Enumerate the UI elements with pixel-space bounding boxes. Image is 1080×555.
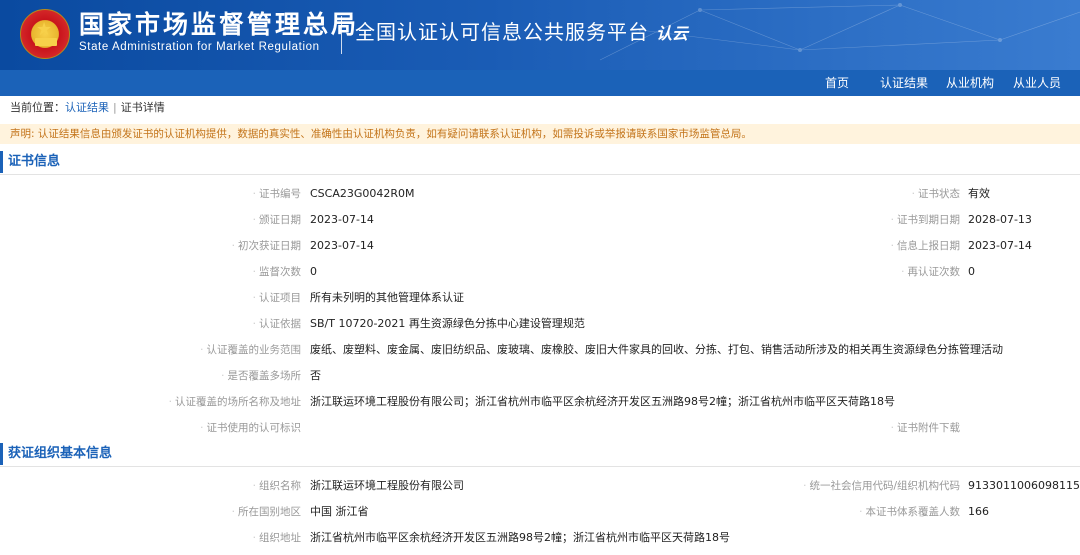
- info-row: 认证项目所有未列明的其他管理体系认证: [0, 285, 1080, 311]
- platform-logo: 认云: [656, 24, 689, 43]
- field-value: SB/T 10720-2021 再生资源绿色分拣中心建设管理规范: [310, 317, 585, 330]
- disclaimer-notice: 声明: 认证结果信息由颁发证书的认证机构提供，数据的真实性、准确性由认证机构负责…: [0, 124, 1080, 144]
- field-label: 证书状态: [0, 181, 960, 207]
- main-nav: 首页 认证结果 从业机构 从业人员: [0, 70, 1080, 96]
- field-label: 证书到期日期: [0, 207, 960, 233]
- info-row: 所在国别地区中国 浙江省本证书体系覆盖人数166: [0, 499, 1080, 525]
- info-row: 颁证日期2023-07-14证书到期日期2028-07-13: [0, 207, 1080, 233]
- header-divider: [341, 16, 342, 54]
- platform-title: 全国认证认可信息公共服务平台: [355, 20, 649, 44]
- info-row: 认证覆盖的业务范围废纸、废塑料、废金属、废旧纺织品、废玻璃、废橡胶、废旧大件家具…: [0, 337, 1080, 363]
- section-org-info: 获证组织基本信息: [0, 441, 1080, 467]
- info-row: 组织地址浙江省杭州市临平区余杭经济开发区五洲路98号2幢；浙江省杭州市临平区天荷…: [0, 525, 1080, 551]
- info-row: 是否覆盖多场所否: [0, 363, 1080, 389]
- field-value: 2023-07-14: [968, 239, 1032, 252]
- info-row: 监督次数0再认证次数0: [0, 259, 1080, 285]
- field-label: 统一社会信用代码/组织机构代码: [0, 473, 960, 499]
- field-value: 2028-07-13: [968, 213, 1032, 226]
- field-label: 信息上报日期: [0, 233, 960, 259]
- site-header: ★ 国家市场监督管理总局 State Administration for Ma…: [0, 0, 1080, 70]
- field-value: 浙江联运环境工程股份有限公司；浙江省杭州市临平区余杭经济开发区五洲路98号2幢；…: [310, 395, 895, 408]
- field-label: 认证项目: [0, 285, 301, 311]
- field-value: 0: [968, 265, 975, 278]
- field-label: 本证书体系覆盖人数: [0, 499, 961, 525]
- field-value: 浙江省杭州市临平区余杭经济开发区五洲路98号2幢；浙江省杭州市临平区天荷路18号: [310, 531, 730, 544]
- field-value: 166: [968, 505, 989, 518]
- field-value: 废纸、废塑料、废金属、废旧纺织品、废玻璃、废橡胶、废旧大件家具的回收、分拣、打包…: [310, 343, 1003, 356]
- header-decoration: [599, 3, 1080, 61]
- breadcrumb-current: 证书详情: [120, 101, 165, 114]
- info-row: 组织名称浙江联运环境工程股份有限公司统一社会信用代码/组织机构代码9133011…: [0, 473, 1080, 499]
- nav-item-home[interactable]: 首页: [825, 70, 849, 96]
- breadcrumb-results[interactable]: 认证结果: [65, 101, 109, 114]
- section-cert-info: 证书信息: [0, 149, 1080, 175]
- field-label: 组织地址: [0, 525, 301, 551]
- field-label: 认证覆盖的场所名称及地址: [0, 389, 301, 415]
- org-name-en: State Administration for Market Regulati…: [79, 41, 320, 53]
- field-value: 否: [310, 369, 321, 382]
- info-row: 初次获证日期2023-07-14信息上报日期2023-07-14: [0, 233, 1080, 259]
- field-value: 有效: [968, 187, 990, 200]
- nav-item-results[interactable]: 认证结果: [880, 70, 928, 96]
- nav-item-personnel[interactable]: 从业人员: [1013, 70, 1061, 96]
- field-value: 所有未列明的其他管理体系认证: [310, 291, 464, 304]
- field-label: 再认证次数: [0, 259, 961, 285]
- org-name-cn: 国家市场监督管理总局: [79, 10, 360, 39]
- field-label: 认证覆盖的业务范围: [0, 337, 302, 363]
- field-label: 是否覆盖多场所: [0, 363, 302, 389]
- field-label: 认证依据: [0, 311, 301, 337]
- national-emblem-icon: ★: [20, 9, 70, 59]
- section-title: 获证组织基本信息: [8, 446, 113, 461]
- field-value: 91330110060981154Q: [968, 479, 1080, 492]
- info-row: 证书使用的认可标识证书附件下载: [0, 415, 1080, 441]
- breadcrumb: 当前位置：认证结果 | 证书详情: [10, 100, 165, 116]
- field-label[interactable]: 证书附件下载: [0, 415, 960, 441]
- info-row: 认证依据 SB/T 10720-2021 再生资源绿色分拣中心建设管理规范: [0, 311, 1080, 337]
- info-row: 认证覆盖的场所名称及地址浙江联运环境工程股份有限公司；浙江省杭州市临平区余杭经济…: [0, 389, 1080, 415]
- info-row: 证书编号CSCA23G0042R0M证书状态有效: [0, 181, 1080, 207]
- nav-item-institutions[interactable]: 从业机构: [946, 70, 994, 96]
- breadcrumb-separator: |: [113, 101, 117, 114]
- breadcrumb-prefix: 当前位置：: [10, 101, 65, 114]
- section-title: 证书信息: [8, 154, 61, 169]
